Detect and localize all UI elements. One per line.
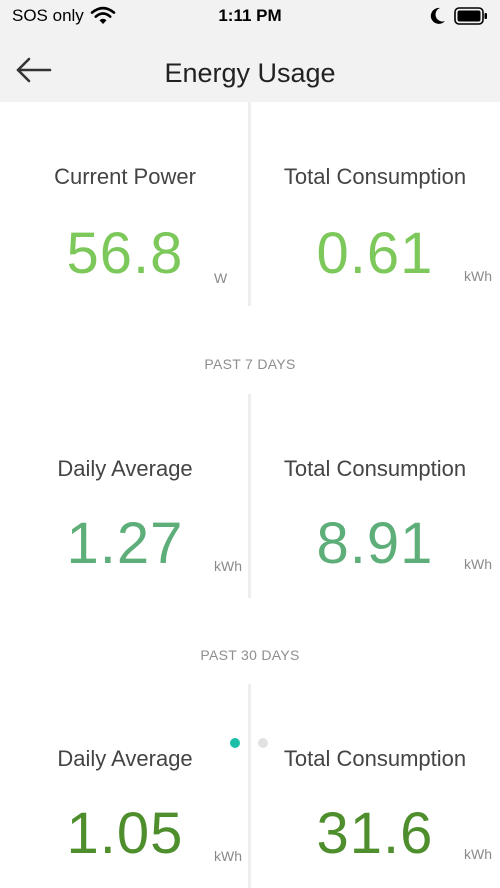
daily-average-card: Daily Average 1.27 kWh [0, 394, 250, 598]
total-consumption-card: Total Consumption 8.91 kWh [250, 394, 500, 598]
card-value: 31.6 [316, 801, 434, 866]
page-dot-inactive[interactable] [258, 738, 268, 748]
status-time: 1:11 PM [218, 6, 282, 25]
card-unit: kWh [464, 846, 492, 862]
past-7-days-section: Daily Average 1.27 kWh Total Consumption… [0, 394, 500, 598]
card-value: 1.05 [66, 801, 184, 866]
card-unit: kWh [214, 558, 242, 574]
card-unit: W [214, 270, 228, 286]
current-power-card: Current Power 56.8 W [0, 102, 250, 306]
card-label: Current Power [54, 164, 196, 189]
card-unit: kWh [214, 848, 242, 864]
battery-icon [454, 7, 487, 25]
current-section: Current Power 56.8 W Total Consumption 0… [0, 102, 500, 306]
status-bar: SOS only 1:11 PM [0, 0, 500, 34]
section-header-past-30-days: PAST 30 DAYS [200, 647, 300, 663]
total-consumption-card: Total Consumption 31.6 kWh [250, 684, 500, 888]
status-right [430, 7, 488, 25]
nav-bar: Energy Usage [0, 34, 500, 102]
section-header-past-7-days: PAST 7 DAYS [204, 356, 296, 372]
page-title: Energy Usage [164, 58, 336, 88]
card-label: Total Consumption [283, 746, 467, 771]
past-30-days-section: Daily Average 1.05 kWh Total Consumption… [0, 684, 500, 888]
total-consumption-card: Total Consumption 0.61 kWh [250, 102, 500, 306]
daily-average-card: Daily Average 1.05 kWh [0, 684, 250, 888]
moon-icon [430, 7, 445, 24]
card-value: 56.8 [66, 221, 184, 286]
card-label: Daily Average [57, 456, 193, 481]
card-label: Total Consumption [283, 456, 467, 481]
card-unit: kWh [464, 556, 492, 572]
card-unit: kWh [464, 268, 492, 284]
card-value: 8.91 [316, 511, 434, 576]
card-label: Total Consumption [283, 164, 467, 189]
card-label: Daily Average [57, 746, 193, 771]
page-dot-active[interactable] [230, 738, 240, 748]
card-value: 1.27 [66, 511, 184, 576]
card-value: 0.61 [316, 221, 434, 286]
page-indicator[interactable] [230, 738, 268, 748]
